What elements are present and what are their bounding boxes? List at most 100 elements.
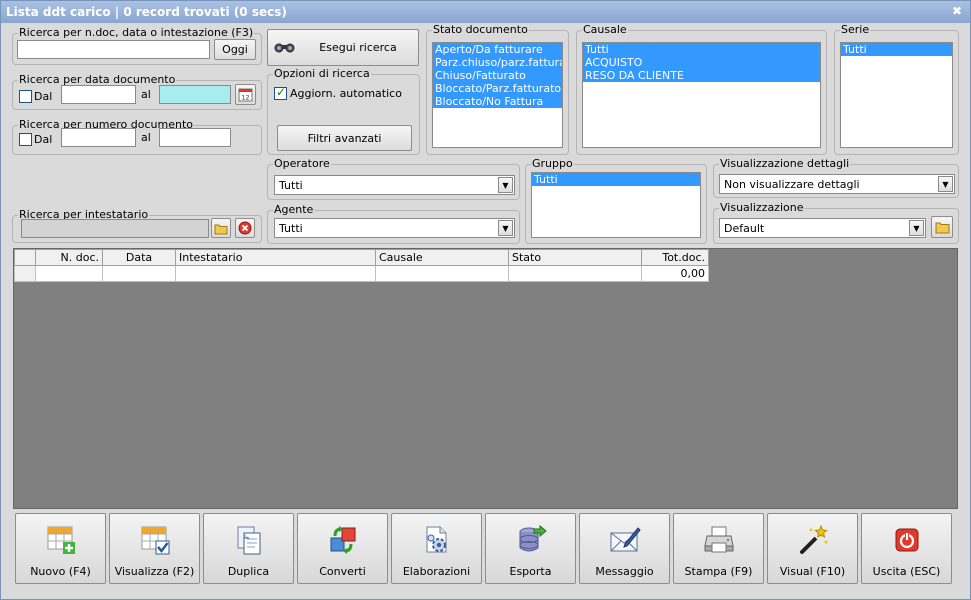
agente-value: Tutti [279, 222, 303, 235]
operatore-group: Operatore Tutti ▼ [267, 157, 520, 200]
list-item[interactable]: Tutti [583, 43, 820, 56]
column-header[interactable]: Causale [375, 249, 509, 266]
duplicate-button-label: Duplica [227, 565, 270, 578]
agente-select[interactable]: Tutti ▼ [274, 218, 515, 238]
column-header[interactable]: Intestatario [175, 249, 376, 266]
doc-state-group: Stato documento Aperto/Da fatturare Parz… [426, 23, 569, 155]
list-item[interactable]: Tutti [532, 173, 700, 186]
holder-search-input[interactable] [21, 219, 209, 238]
table-row[interactable]: 0,00 [14, 265, 709, 282]
list-item[interactable]: ACQUISTO [583, 56, 820, 69]
text-search-group: Ricerca per n.doc, data o intestazione (… [12, 26, 262, 65]
export-button-label: Esporta [509, 565, 552, 578]
number-from-input[interactable] [61, 128, 136, 147]
column-header[interactable]: Stato [508, 249, 642, 266]
column-header[interactable]: Tot.doc. [641, 249, 709, 266]
view-legend: Visualizzazione [719, 201, 805, 214]
chevron-down-icon[interactable]: ▼ [498, 220, 513, 236]
auto-update-checkbox[interactable] [274, 85, 287, 100]
view-button[interactable]: Visualizza (F2) [109, 513, 200, 584]
convert-button[interactable]: Converti [297, 513, 388, 584]
exit-button[interactable]: Uscita (ESC) [861, 513, 952, 584]
table-cell[interactable] [35, 265, 103, 282]
close-icon[interactable]: ✖ [950, 4, 964, 18]
processing-icon [426, 526, 447, 553]
chevron-down-icon[interactable]: ▼ [909, 220, 924, 236]
table-cell[interactable] [375, 265, 509, 282]
new-button-label: Nuovo (F4) [30, 565, 91, 578]
operatore-legend: Operatore [273, 157, 331, 170]
list-item[interactable]: Tutti [841, 43, 952, 56]
export-button[interactable]: Esporta [485, 513, 576, 584]
table-cell[interactable] [175, 265, 376, 282]
chevron-down-icon[interactable]: ▼ [938, 176, 953, 192]
visual-button[interactable]: Visual (F10) [767, 513, 858, 584]
doc-state-list[interactable]: Aperto/Da fatturare Parz.chiuso/parz.fat… [432, 42, 563, 148]
holder-clear-button[interactable] [235, 218, 255, 238]
list-item[interactable]: RESO DA CLIENTE [583, 69, 820, 82]
results-grid[interactable]: N. doc. Data Intestatario Causale Stato … [13, 248, 958, 509]
column-header[interactable]: N. doc. [35, 249, 103, 266]
number-search-group: Ricerca per numero documento Dal al [12, 118, 262, 155]
text-search-input[interactable] [17, 40, 210, 59]
date-to-input[interactable] [159, 85, 231, 104]
today-button[interactable]: Oggi [214, 39, 256, 60]
chevron-down-icon[interactable]: ▼ [498, 177, 513, 193]
message-button[interactable]: Messaggio [579, 513, 670, 584]
view-grid-icon [141, 526, 170, 555]
duplicate-icon [237, 526, 261, 555]
list-item[interactable]: Bloccato/Parz.fatturato [433, 82, 562, 95]
list-item[interactable]: Bloccato/No Fattura [433, 95, 562, 108]
date-from-label: Dal [34, 90, 53, 103]
advanced-filters-label: Filtri avanzati [307, 131, 382, 145]
folder-icon [214, 224, 228, 234]
view-browse-button[interactable] [931, 216, 953, 238]
view-button-label: Visualizza (F2) [114, 565, 195, 578]
number-to-input[interactable] [159, 128, 231, 147]
gruppo-list[interactable]: Tutti [531, 172, 701, 238]
print-button-label: Stampa (F9) [684, 565, 753, 578]
export-icon [519, 524, 547, 552]
details-view-select[interactable]: Non visualizzare dettagli ▼ [719, 174, 955, 194]
advanced-filters-button[interactable]: Filtri avanzati [277, 125, 412, 151]
operatore-select[interactable]: Tutti ▼ [274, 175, 515, 195]
convert-button-label: Converti [319, 565, 366, 578]
processing-button-label: Elaborazioni [402, 565, 471, 578]
table-cell[interactable] [508, 265, 642, 282]
holder-browse-button[interactable] [211, 218, 231, 238]
folder-icon [935, 222, 949, 234]
date-from-input[interactable] [61, 85, 136, 104]
details-view-group: Visualizzazione dettagli Non visualizzar… [713, 157, 959, 198]
svg-text:12: 12 [241, 94, 249, 102]
row-selector[interactable] [14, 265, 36, 282]
table-cell[interactable] [102, 265, 176, 282]
new-grid-icon [47, 526, 75, 554]
list-item[interactable]: Parz.chiuso/parz.fatturato [433, 56, 562, 69]
view-value: Default [724, 222, 765, 235]
results-table: N. doc. Data Intestatario Causale Stato … [14, 249, 709, 282]
date-from-checkbox[interactable] [19, 90, 32, 103]
list-item[interactable]: Aperto/Da fatturare [433, 43, 562, 56]
duplicate-button[interactable]: Duplica [203, 513, 294, 584]
view-select[interactable]: Default ▼ [719, 218, 926, 238]
causale-list[interactable]: Tutti ACQUISTO RESO DA CLIENTE [582, 42, 821, 148]
doc-state-legend: Stato documento [432, 23, 529, 36]
run-search-button[interactable]: Esegui ricerca [267, 29, 419, 66]
serie-group: Serie Tutti [834, 23, 959, 155]
processing-button[interactable]: Elaborazioni [391, 513, 482, 584]
serie-list[interactable]: Tutti [840, 42, 953, 148]
print-icon [704, 526, 734, 553]
calendar-button[interactable]: 12 [235, 84, 256, 105]
total-cell[interactable]: 0,00 [641, 265, 709, 282]
number-from-checkbox[interactable] [19, 133, 32, 146]
main-window: Lista ddt carico | 0 record trovati (0 s… [0, 0, 971, 600]
visual-button-label: Visual (F10) [779, 565, 846, 578]
new-button[interactable]: Nuovo (F4) [15, 513, 106, 584]
list-item[interactable]: Chiuso/Fatturato [433, 69, 562, 82]
column-header[interactable]: Data [102, 249, 176, 266]
print-button[interactable]: Stampa (F9) [673, 513, 764, 584]
date-search-group: Ricerca per data documento Dal al 12 [12, 73, 262, 110]
title-bar: Lista ddt carico | 0 record trovati (0 s… [1, 1, 970, 23]
serie-legend: Serie [840, 23, 871, 36]
causale-group: Causale Tutti ACQUISTO RESO DA CLIENTE [576, 23, 827, 155]
